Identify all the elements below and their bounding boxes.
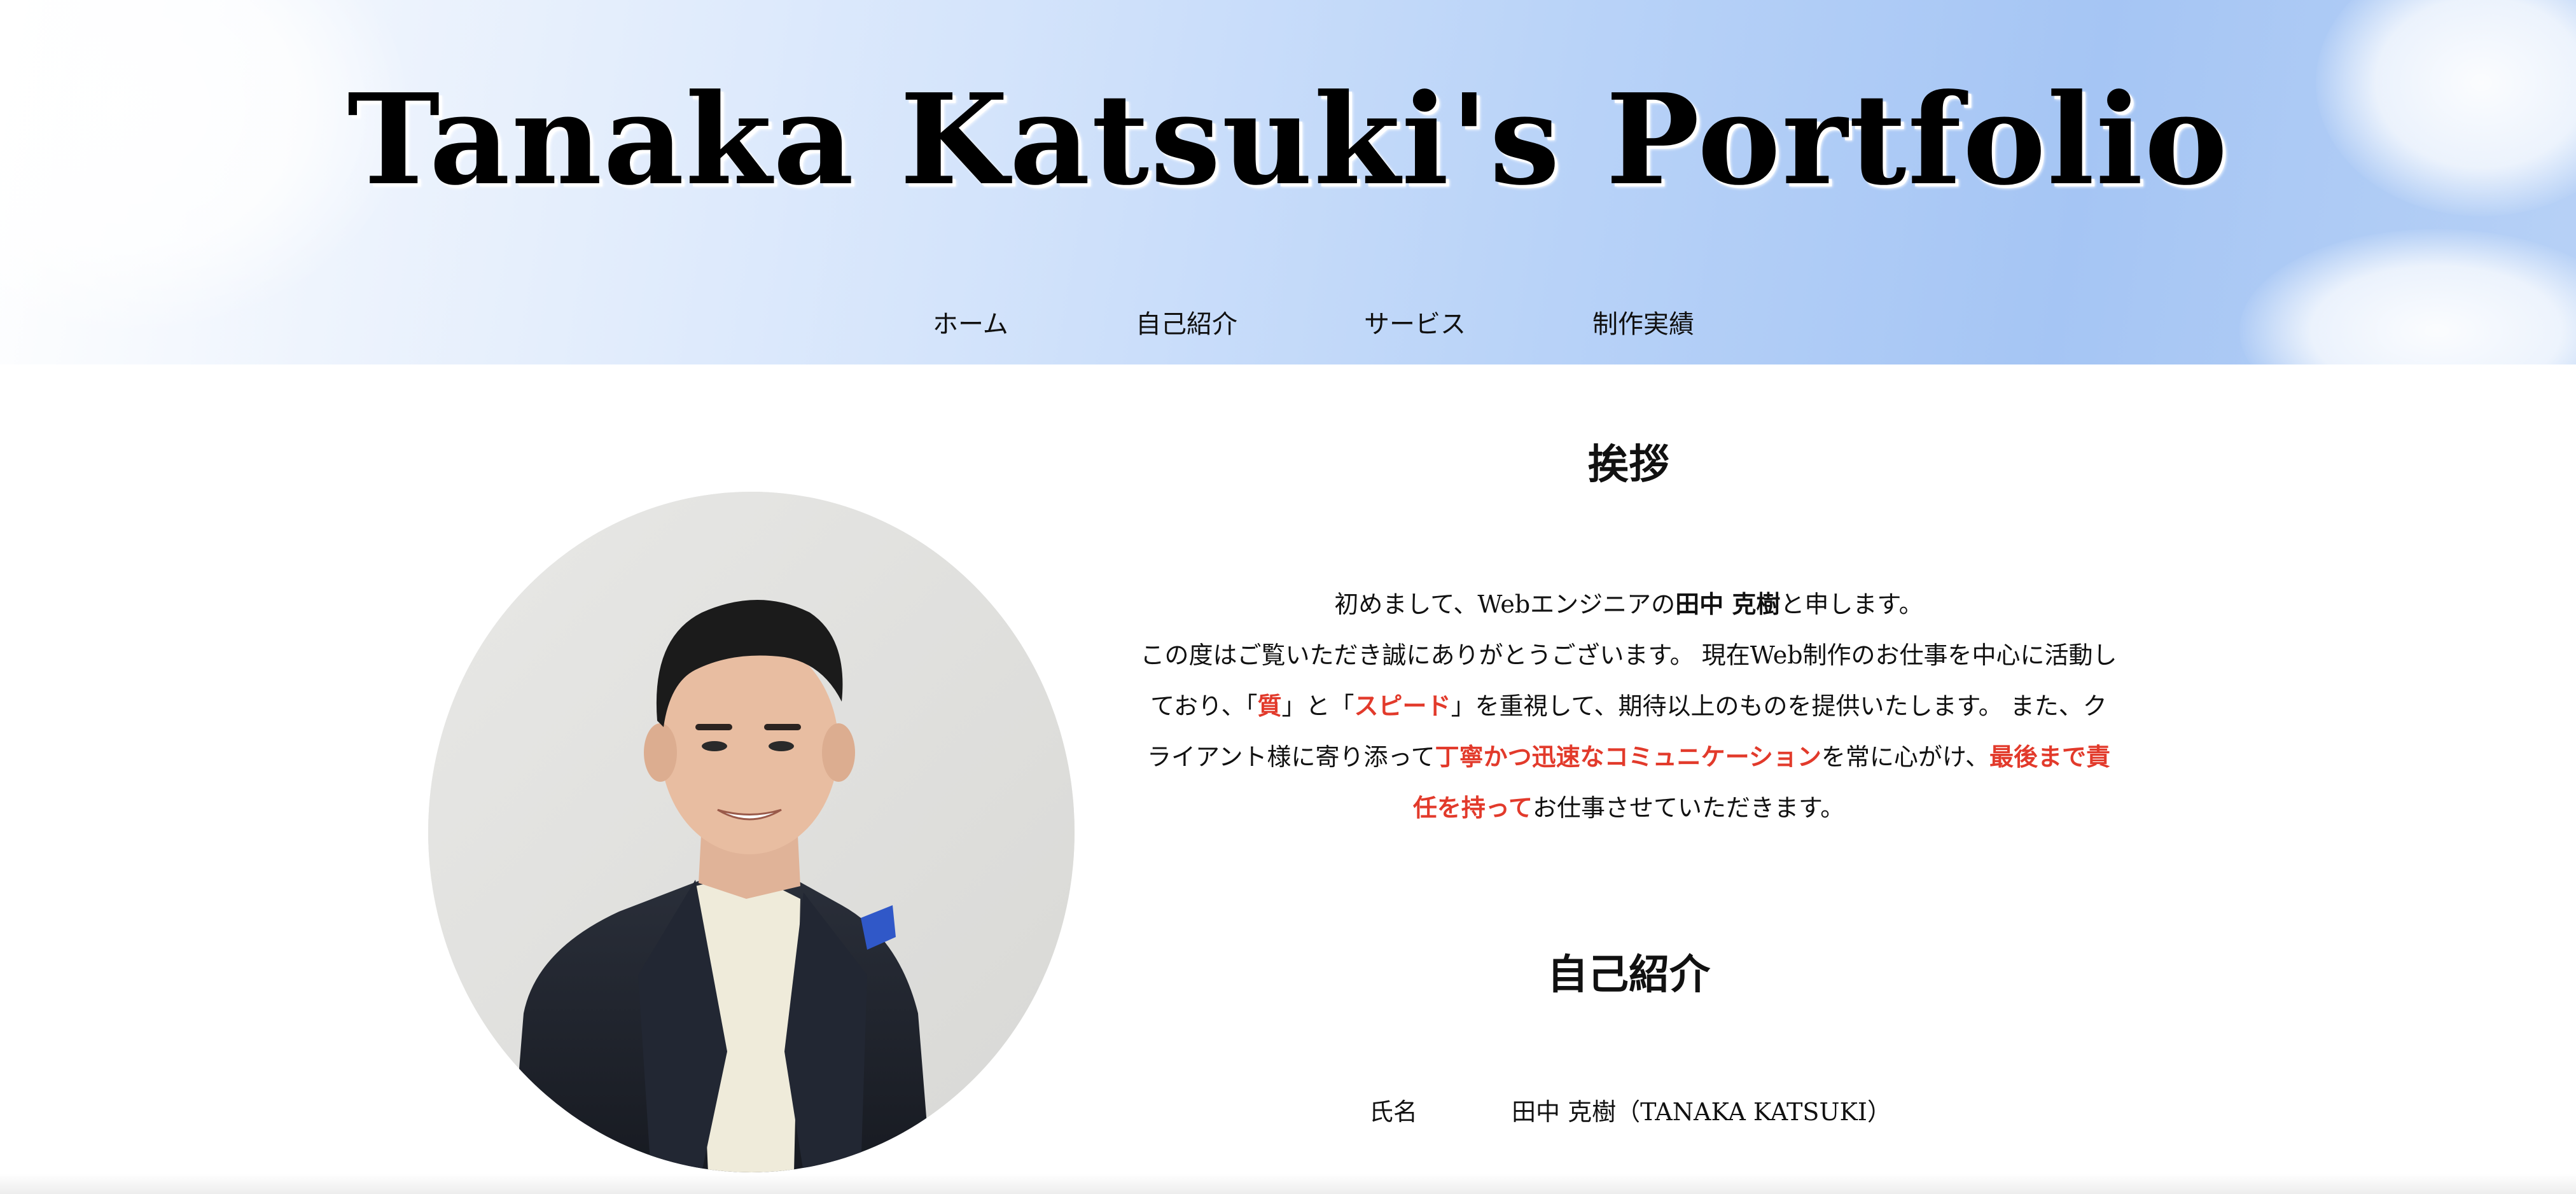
greeting-line-3: ており、「質」と「スピード」を重視して、期待以上のものを提供いたします。 また、… [1120, 681, 2138, 732]
greeting-line-2: この度はご覧いただき誠にありがとうございます。 現在Web制作のお仕事を中心に活… [1140, 641, 2117, 669]
greeting-paragraph: 初めまして、Webエンジニアの田中 克樹と申します。 この度はご覧いただき誠にあ… [1120, 579, 2138, 833]
greeting-line-1: 初めまして、Webエンジニアの田中 克樹と申します。 [1120, 579, 2138, 630]
main-nav: ホーム 自己紹介 サービス 制作実績 [0, 299, 2576, 350]
nav-services[interactable]: サービス [1364, 299, 1466, 350]
nav-about[interactable]: 自己紹介 [1136, 299, 1237, 350]
highlight-communication: 丁寧かつ迅速なコミュニケーション [1435, 742, 1821, 771]
person-photo-illustration [428, 492, 1075, 1172]
greeting-text: ており、「 [1150, 692, 1258, 720]
highlight-speed: スピード [1354, 691, 1451, 720]
highlight-quality: 質 [1257, 691, 1282, 720]
highlight-responsibility: 任を持って [1412, 793, 1533, 822]
greeting-heading: 挨拶 [1588, 441, 1669, 489]
profile-name-label: 氏名 [1369, 1098, 1418, 1126]
greeting-text: を常に心がけ、 [1821, 743, 1989, 771]
bottom-fade [0, 1174, 2576, 1194]
highlight-responsibility: 最後まで責 [1989, 742, 2110, 771]
greeting-line-4: ライアント様に寄り添って丁寧かつ迅速なコミュニケーションを常に心がけ、最後まで責 [1120, 732, 2138, 782]
greeting-text: と申します。 [1780, 590, 1923, 618]
greeting-text: ライアント様に寄り添って [1147, 743, 1435, 771]
profile-heading: 自己紹介 [1547, 951, 1710, 999]
hero-header: Tanaka Katsuki's Portfolio ホーム 自己紹介 サービス… [0, 0, 2576, 364]
greeting-line-5: 任を持ってお仕事させていただきます。 [1120, 782, 2138, 833]
profile-name-value: 田中 克樹（TANAKA KATSUKI） [1512, 1098, 1891, 1126]
owner-name: 田中 克樹 [1675, 590, 1781, 618]
nav-home[interactable]: ホーム [933, 299, 1008, 350]
nav-works[interactable]: 制作実績 [1592, 299, 1694, 350]
greeting-text: 」を重視して、期待以上のものを提供いたします。 また、ク [1451, 692, 2107, 720]
greeting-text: お仕事させていただきます。 [1532, 794, 1845, 822]
greeting-text: 初めまして、Webエンジニアの [1334, 590, 1676, 618]
profile-photo [428, 492, 1075, 1172]
site-title: Tanaka Katsuki's Portfolio [347, 67, 2229, 213]
greeting-text: 」と「 [1281, 692, 1354, 720]
